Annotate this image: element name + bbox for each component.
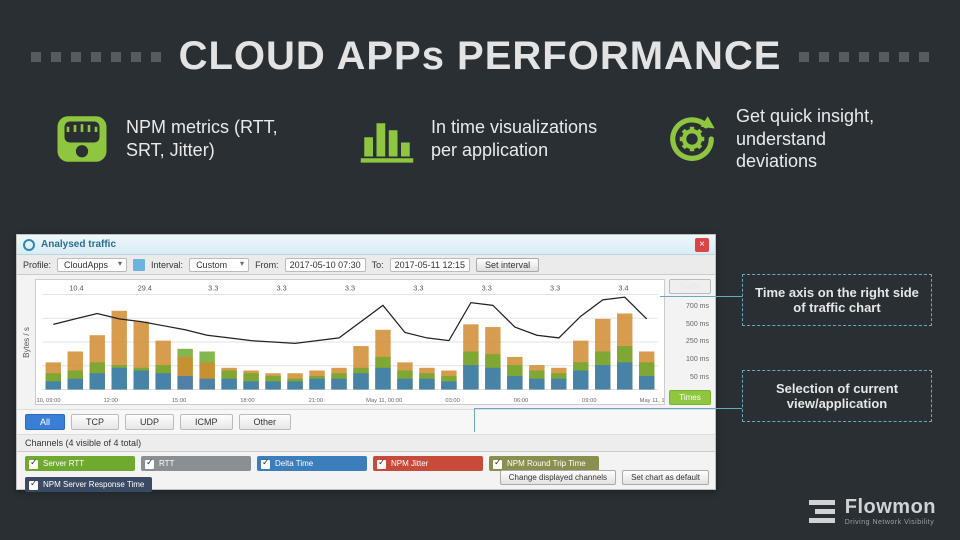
- proto-icmp-button[interactable]: ICMP: [180, 414, 233, 430]
- flowmon-mark-icon: [809, 500, 835, 523]
- feature-npm: NPM metrics (RTT, SRT, Jitter): [54, 111, 296, 167]
- panel-title: Analysed traffic: [41, 239, 116, 250]
- svg-text:3.3: 3.3: [413, 283, 423, 292]
- svg-text:10.4: 10.4: [69, 283, 83, 292]
- svg-text:06:00: 06:00: [514, 398, 528, 404]
- svg-text:3.3: 3.3: [550, 283, 560, 292]
- svg-text:3.3: 3.3: [345, 283, 355, 292]
- bar-chart-icon: [359, 111, 415, 167]
- panel-header: Analysed traffic ×: [17, 235, 715, 255]
- profile-select[interactable]: CloudApps: [57, 258, 127, 272]
- gauge-icon: [54, 111, 110, 167]
- chart-wrap: Bytes / s 10.4 29.4 3.3 3.3 3.3 3.3 3.3 3.3 3.4 M…: [17, 275, 715, 409]
- svg-text:29.4: 29.4: [138, 283, 152, 292]
- tab-times[interactable]: Times: [669, 390, 711, 405]
- set-interval-button[interactable]: Set interval: [476, 258, 539, 272]
- flowmon-logo: Flowmon Driving Network Visibility: [809, 496, 936, 526]
- chart-area[interactable]: 10.4 29.4 3.3 3.3 3.3 3.3 3.3 3.3 3.4 May 10, 09:…: [35, 279, 665, 405]
- profile-label: Profile:: [23, 260, 51, 270]
- page-title: CLOUD APPs PERFORMANCE: [179, 34, 782, 79]
- svg-text:12:00: 12:00: [103, 398, 117, 404]
- svg-text:03:00: 03:00: [445, 398, 459, 404]
- svg-text:3.3: 3.3: [208, 283, 218, 292]
- refresh-gear-icon: [664, 111, 720, 167]
- change-channels-button[interactable]: Change displayed channels: [500, 470, 616, 485]
- close-icon[interactable]: ×: [695, 238, 709, 252]
- from-label: From:: [255, 260, 279, 270]
- svg-text:09:00: 09:00: [582, 398, 596, 404]
- channel-rtt[interactable]: RTT: [141, 456, 251, 471]
- feature-viz: In time visualizations per application: [359, 111, 601, 167]
- edit-icon[interactable]: [133, 259, 145, 271]
- panel-gear-icon[interactable]: [23, 239, 35, 251]
- traffic-chart: 10.4 29.4 3.3 3.3 3.3 3.3 3.3 3.3 3.4 May 10, 09:…: [36, 280, 664, 404]
- interval-label: Interval:: [151, 260, 183, 270]
- callout1-leader: [660, 296, 742, 297]
- channels-footer: Change displayed channels Set chart as d…: [500, 470, 709, 485]
- to-input[interactable]: 2017-05-11 12:15: [390, 258, 470, 272]
- chart-ylabel: Bytes / s: [17, 275, 35, 409]
- channel-server-rtt[interactable]: Server RTT: [25, 456, 135, 471]
- proto-all-button[interactable]: All: [25, 414, 65, 430]
- callout2-leader: [475, 408, 742, 409]
- channels-header: Channels (4 visible of 4 total): [17, 435, 715, 452]
- to-label: To:: [372, 260, 384, 270]
- feature-row: NPM metrics (RTT, SRT, Jitter) In time v…: [0, 97, 960, 187]
- channel-delta-time[interactable]: Delta Time: [257, 456, 367, 471]
- svg-text:3.4: 3.4: [618, 283, 628, 292]
- interval-select[interactable]: Custom: [189, 258, 249, 272]
- channel-npm-rtt[interactable]: NPM Round Trip Time: [489, 456, 599, 471]
- svg-text:21:00: 21:00: [309, 398, 323, 404]
- decor-dots-right: [799, 52, 929, 62]
- decor-dots-left: [31, 52, 161, 62]
- svg-text:18:00: 18:00: [240, 398, 254, 404]
- channel-npm-jitter[interactable]: NPM Jitter: [373, 456, 483, 471]
- feature-npm-text: NPM metrics (RTT, SRT, Jitter): [126, 116, 296, 161]
- from-input[interactable]: 2017-05-10 07:30: [285, 258, 366, 272]
- svg-text:May 11, 12:00: May 11, 12:00: [640, 398, 664, 404]
- svg-text:3.3: 3.3: [277, 283, 287, 292]
- callout-view-selection: Selection of current view/application: [742, 370, 932, 422]
- protocol-row: All TCP UDP ICMP Other: [17, 409, 715, 435]
- panel-toolbar: Profile: CloudApps Interval: Custom From…: [17, 255, 715, 275]
- callout2-leader-v: [474, 408, 475, 432]
- brand-tagline: Driving Network Visibility: [845, 519, 936, 526]
- svg-text:15:00: 15:00: [172, 398, 186, 404]
- feature-viz-text: In time visualizations per application: [431, 116, 601, 161]
- svg-text:May 11, 00:00: May 11, 00:00: [366, 398, 402, 404]
- feature-insight: Get quick insight, understand deviations: [664, 105, 906, 173]
- feature-insight-text: Get quick insight, understand deviations: [736, 105, 906, 173]
- svg-text:3.3: 3.3: [482, 283, 492, 292]
- callout-time-axis: Time axis on the right side of traffic c…: [742, 274, 932, 326]
- proto-other-button[interactable]: Other: [239, 414, 292, 430]
- svg-text:May 10, 09:00: May 10, 09:00: [36, 398, 61, 404]
- app-screenshot-panel: Analysed traffic × Profile: CloudApps In…: [16, 234, 716, 490]
- brand-name: Flowmon: [845, 496, 936, 519]
- proto-udp-button[interactable]: UDP: [125, 414, 174, 430]
- set-default-chart-button[interactable]: Set chart as default: [622, 470, 709, 485]
- right-axis-labels: 700 ms 500 ms 250 ms 100 ms 50 ms: [669, 298, 711, 386]
- proto-tcp-button[interactable]: TCP: [71, 414, 119, 430]
- tab-traffic[interactable]: Traffic: [669, 279, 711, 294]
- channel-npm-srt[interactable]: NPM Server Response Time: [25, 477, 152, 492]
